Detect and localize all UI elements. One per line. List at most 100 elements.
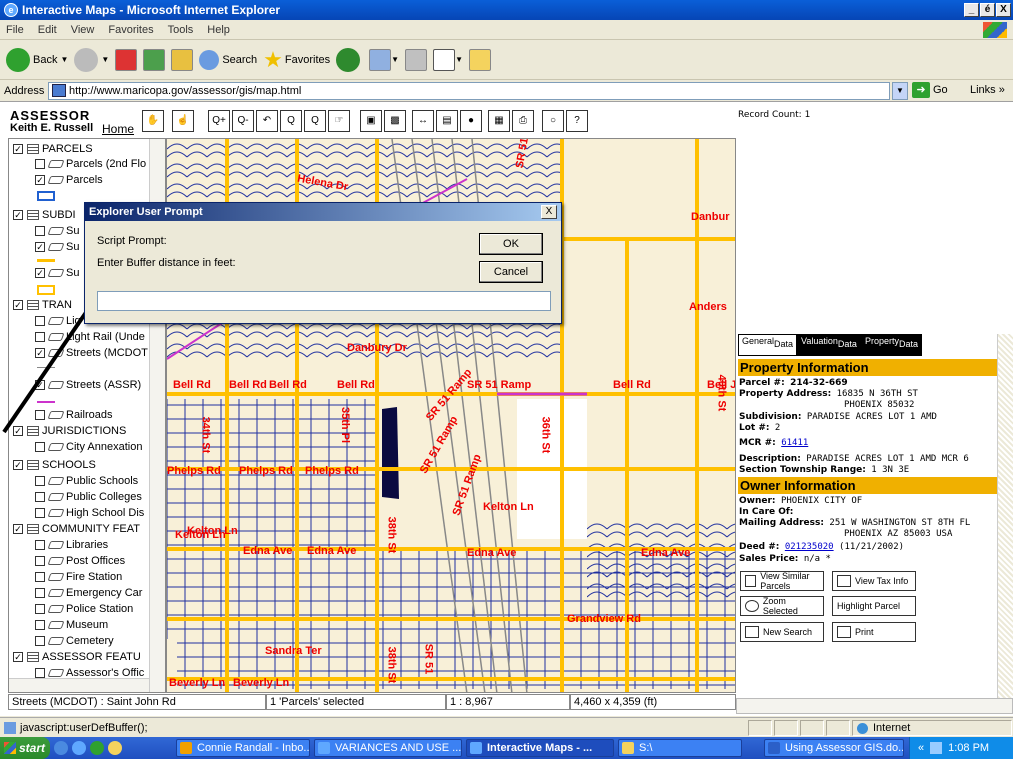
home-icon[interactable]	[171, 48, 194, 71]
quicklaunch-media-icon[interactable]	[90, 741, 104, 755]
search-button[interactable]: Search	[199, 49, 257, 70]
zoom-in-icon[interactable]: Q+	[208, 110, 230, 132]
layer-checkbox[interactable]	[35, 226, 45, 236]
select-box-icon[interactable]: ▩	[384, 110, 406, 132]
home-link[interactable]: Home	[102, 122, 134, 136]
view-similar-parcels-button[interactable]: View Similar Parcels	[740, 571, 824, 591]
help-icon[interactable]: ?	[566, 110, 588, 132]
layer-checkbox[interactable]	[35, 572, 45, 582]
layer-hscrollbar[interactable]	[9, 678, 149, 692]
quicklaunch-desktop-icon[interactable]	[54, 741, 68, 755]
layer-checkbox[interactable]	[35, 492, 45, 502]
highlight-parcel-button[interactable]: Highlight Parcel	[832, 596, 916, 616]
zoom-out-icon[interactable]: Q-	[232, 110, 254, 132]
task-interactive-maps[interactable]: Interactive Maps - ...	[466, 739, 614, 757]
folder-icon[interactable]	[469, 48, 491, 71]
menu-edit[interactable]: Edit	[38, 24, 57, 36]
status-text: javascript:userDefBuffer();	[20, 721, 148, 734]
layer-checkbox[interactable]	[35, 159, 45, 169]
minimize-button[interactable]: _	[964, 3, 979, 17]
map-label: Bell Rd	[269, 379, 307, 391]
print-icon[interactable]	[405, 48, 428, 71]
layer-checkbox[interactable]: ✓	[13, 652, 23, 662]
zoom-previous-icon[interactable]: ↶	[256, 110, 278, 132]
print-button[interactable]: Print	[832, 622, 916, 642]
menu-view[interactable]: View	[71, 24, 95, 36]
address-dropdown[interactable]: ▼	[892, 82, 908, 100]
quicklaunch-outlook-icon[interactable]	[108, 741, 122, 755]
close-button[interactable]: X	[996, 3, 1011, 17]
pan-hand-icon[interactable]: ☝	[172, 110, 194, 132]
pan-hand-icon[interactable]: ✋	[142, 110, 164, 132]
zoom-full-icon[interactable]: Q	[304, 110, 326, 132]
menu-file[interactable]: File	[6, 24, 24, 36]
layer-checkbox[interactable]	[35, 620, 45, 630]
links-button[interactable]: Links »	[970, 84, 1005, 96]
dialog-close-button[interactable]: X	[541, 205, 557, 219]
layer-checkbox[interactable]	[35, 668, 45, 678]
stop-icon[interactable]	[115, 48, 138, 71]
layer-checkbox[interactable]: ✓	[13, 460, 23, 470]
query-icon[interactable]: ●	[460, 110, 482, 132]
start-button[interactable]: start	[0, 737, 50, 759]
zoom-box-icon[interactable]: Q	[280, 110, 302, 132]
ok-button[interactable]: OK	[479, 233, 543, 255]
layer-checkbox[interactable]	[35, 604, 45, 614]
measure-icon[interactable]: ↔	[412, 110, 434, 132]
tab-valuation-data[interactable]: ValuationData	[797, 334, 861, 356]
layer-checkbox[interactable]: ✓	[13, 210, 23, 220]
menu-favorites[interactable]: Favorites	[108, 24, 153, 36]
new-search-button[interactable]: New Search	[740, 622, 824, 642]
layer-checkbox[interactable]: ✓	[35, 268, 45, 278]
layer-checkbox[interactable]	[35, 540, 45, 550]
layer-checkbox[interactable]	[35, 476, 45, 486]
select-icon[interactable]: ▣	[360, 110, 382, 132]
forward-button[interactable]: ▼	[74, 47, 109, 72]
tab-general-data[interactable]: GeneralData	[738, 334, 798, 356]
deed-link[interactable]: 021235020	[785, 542, 834, 552]
layer-checkbox[interactable]	[35, 556, 45, 566]
layer-checkbox[interactable]	[35, 508, 45, 518]
printer-icon[interactable]: ⎙	[512, 110, 534, 132]
buffer-distance-input[interactable]	[97, 291, 551, 311]
mcr-link[interactable]: 61411	[781, 438, 808, 448]
quicklaunch-ie-icon[interactable]	[72, 741, 86, 755]
edit-icon[interactable]	[433, 48, 456, 71]
zoom-selected-button[interactable]: Zoom Selected	[740, 596, 824, 616]
tab-property-data[interactable]: PropertyData	[860, 334, 922, 356]
menu-tools[interactable]: Tools	[168, 24, 194, 36]
cancel-button[interactable]: Cancel	[479, 261, 543, 283]
view-tax-info-button[interactable]: View Tax Info	[832, 571, 916, 591]
buffer-icon[interactable]: ▦	[488, 110, 510, 132]
layers-icon[interactable]: ▤	[436, 110, 458, 132]
clear-circle-icon[interactable]: ○	[542, 110, 564, 132]
tray-expand-icon[interactable]: «	[918, 742, 924, 754]
media-icon[interactable]	[336, 47, 361, 72]
info-scrollbar[interactable]	[997, 334, 1013, 704]
go-button[interactable]: ➜ Go	[912, 82, 948, 98]
refresh-icon[interactable]	[143, 48, 166, 71]
info-hscrollbar[interactable]	[736, 698, 1013, 714]
layer-checkbox[interactable]	[35, 588, 45, 598]
task-s-drive[interactable]: S:\	[618, 739, 742, 757]
task-word-doc[interactable]: Using Assessor GIS.do...	[764, 739, 904, 757]
identify-hand-icon[interactable]: ☞	[328, 110, 350, 132]
layer-checkbox[interactable]	[35, 636, 45, 646]
owner-field: Owner: PHOENIX CITY OF	[739, 496, 863, 506]
layer-icon	[47, 493, 65, 501]
task-inbox[interactable]: Connie Randall - Inbo...	[176, 739, 310, 757]
layer-checkbox[interactable]: ✓	[13, 524, 23, 534]
favorites-button[interactable]: ★ Favorites	[263, 47, 330, 73]
menu-help[interactable]: Help	[207, 24, 230, 36]
address-input[interactable]: http://www.maricopa.gov/assessor/gis/map…	[48, 82, 890, 100]
layer-checkbox[interactable]: ✓	[35, 175, 45, 185]
maximize-button[interactable]: é	[980, 3, 995, 17]
lot-field: Lot #: 2	[739, 423, 781, 433]
network-icon[interactable]	[930, 742, 943, 754]
layer-checkbox[interactable]: ✓	[35, 242, 45, 252]
history-icon[interactable]	[369, 48, 392, 71]
layer-checkbox[interactable]	[35, 442, 45, 452]
layer-checkbox[interactable]: ✓	[13, 144, 23, 154]
task-variances[interactable]: VARIANCES AND USE ...	[314, 739, 462, 757]
back-button[interactable]: Back ▼	[6, 47, 68, 72]
